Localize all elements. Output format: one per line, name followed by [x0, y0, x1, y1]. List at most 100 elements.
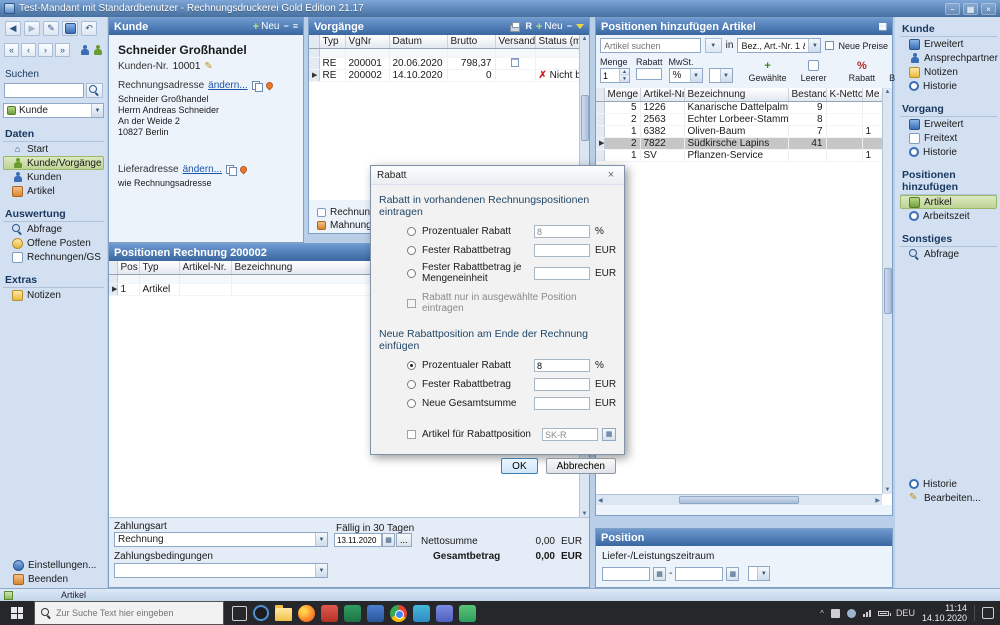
sidebar-item-abfrage[interactable]: Abfrage: [900, 247, 997, 261]
period-end-input[interactable]: [675, 567, 723, 581]
payment-method-select[interactable]: Rechnung ▼: [114, 532, 328, 547]
dialog-close-icon[interactable]: ×: [604, 169, 618, 181]
selected-position-only-checkbox[interactable]: [407, 299, 416, 308]
minimize-icon[interactable]: −: [945, 3, 960, 15]
taskbar-search-input[interactable]: [56, 608, 217, 618]
task-view-icon[interactable]: [232, 606, 247, 621]
sidebar-item-notizen[interactable]: Notizen: [3, 288, 104, 302]
column-header-status[interactable]: Status (man: [535, 35, 579, 48]
sidebar-item-artikel[interactable]: Artikel: [3, 184, 104, 198]
article-search-dropdown[interactable]: ▼: [705, 38, 722, 53]
calendar-icon[interactable]: ▦: [653, 567, 666, 581]
last-record-button[interactable]: »: [55, 43, 70, 57]
unit-select[interactable]: ▼: [709, 68, 733, 83]
scroll-thumb[interactable]: [581, 95, 589, 141]
cortana-icon[interactable]: [253, 605, 269, 621]
table-row-selected[interactable]: ▶ 2 7822 Südkirsche Lapins 41: [596, 137, 882, 149]
table-row[interactable]: RE 200001 20.06.2020 798,37: [309, 57, 579, 69]
sidebar-item-kunde-vorgaenge[interactable]: Kunde/Vorgänge: [3, 156, 104, 170]
sidebar-item-freitext[interactable]: Freitext: [900, 131, 997, 145]
new-process-button[interactable]: + Neu: [536, 21, 563, 33]
app-icon[interactable]: [459, 605, 476, 622]
quantity-stepper[interactable]: ▲▼: [600, 68, 630, 83]
sidebar-item-kunde-historie[interactable]: Historie: [900, 79, 997, 93]
battery-icon[interactable]: [878, 611, 889, 616]
article-picker-button[interactable]: ▦: [602, 428, 616, 441]
search-field-select[interactable]: Bez., Art.-Nr. 1 & 2 ▼: [737, 38, 821, 53]
sidebar-item-vorgang-historie[interactable]: Historie: [900, 145, 997, 159]
teams-icon[interactable]: [436, 605, 453, 622]
column-header-menge[interactable]: Menge: [604, 88, 640, 101]
period-preset-select[interactable]: ▼: [748, 566, 770, 581]
row-grip-header[interactable]: [596, 88, 604, 101]
column-header-bez[interactable]: Bezeichnung: [231, 261, 381, 274]
due-date-input[interactable]: [334, 533, 382, 547]
vertical-scrollbar[interactable]: ▲ ▼: [882, 88, 892, 494]
new-percent-radio[interactable]: [407, 361, 416, 370]
chrome-icon[interactable]: [390, 605, 407, 622]
calendar-icon[interactable]: ▦: [726, 567, 739, 581]
copy-address-icon[interactable]: [252, 81, 262, 91]
sidebar-item-kunde-erweitert[interactable]: Erweitert: [900, 37, 997, 51]
existing-percent-input[interactable]: [534, 225, 590, 238]
ok-button[interactable]: OK: [501, 458, 537, 474]
excel-icon[interactable]: [344, 605, 361, 622]
sidebar-item-offene-posten[interactable]: Offene Posten: [3, 236, 104, 250]
taskbar-search[interactable]: [34, 601, 224, 625]
calendar-icon[interactable]: ▦: [382, 533, 395, 547]
add-empty-button[interactable]: Leerer: [797, 57, 831, 85]
discount-button[interactable]: % Rabatt: [845, 57, 880, 85]
report-icon[interactable]: R: [525, 21, 532, 32]
word-icon[interactable]: [367, 605, 384, 622]
location-pin-icon[interactable]: [239, 165, 249, 175]
tray-expand-icon[interactable]: ^: [820, 609, 824, 618]
sidebar-item-arbeitszeit[interactable]: Arbeitszeit: [900, 209, 997, 223]
back-icon[interactable]: ◀: [5, 21, 21, 36]
discount-input[interactable]: [636, 68, 662, 80]
step-down-icon[interactable]: ▼: [620, 76, 629, 83]
row-grip-header[interactable]: [109, 261, 117, 274]
column-header-bestand[interactable]: Bestand: [788, 88, 826, 101]
sidebar-item-bearbeiten[interactable]: ✎Bearbeiten...: [900, 491, 997, 505]
horizontal-scrollbar[interactable]: ◀ ▶: [596, 494, 882, 505]
edit-customer-number-icon[interactable]: ✎: [204, 62, 212, 72]
article-search-input[interactable]: [600, 38, 701, 53]
copy-address-icon[interactable]: [226, 165, 236, 175]
table-row[interactable]: ▶ RE 200002 14.10.2020 0 ✗ Nicht be: [309, 69, 579, 81]
close-icon[interactable]: ×: [981, 3, 996, 15]
new-total-input[interactable]: [534, 397, 590, 410]
new-total-radio[interactable]: [407, 399, 416, 408]
filter-icon[interactable]: [576, 24, 584, 29]
add-customer-icon[interactable]: [79, 45, 90, 56]
scroll-down-icon[interactable]: ▼: [885, 487, 891, 493]
sidebar-item-kunden[interactable]: Kunden: [3, 170, 104, 184]
sidebar-item-start[interactable]: ⌂ Start: [3, 142, 104, 156]
taskbar-clock[interactable]: 11:14 14.10.2020: [922, 603, 967, 623]
new-fixed-input[interactable]: [534, 378, 590, 391]
sidebar-item-abfrage[interactable]: Abfrage: [3, 222, 104, 236]
existing-percent-radio[interactable]: [407, 227, 416, 236]
start-button[interactable]: [0, 601, 34, 625]
scroll-thumb[interactable]: [884, 268, 892, 314]
edit-icon[interactable]: ✎: [43, 21, 59, 36]
column-header-me[interactable]: Me: [862, 88, 882, 101]
next-record-button[interactable]: ›: [38, 43, 53, 57]
search-button[interactable]: [86, 83, 103, 98]
save-icon[interactable]: [62, 21, 78, 36]
add-selected-button[interactable]: + Gewählte: [745, 57, 791, 85]
cancel-button[interactable]: Abbrechen: [546, 458, 616, 474]
existing-per-unit-radio[interactable]: [407, 269, 416, 278]
scroll-up-icon[interactable]: ▲: [582, 36, 588, 42]
undo-icon[interactable]: ↶: [81, 21, 97, 36]
exit-button[interactable]: Beenden: [4, 572, 103, 586]
column-header-typ[interactable]: Typ: [319, 35, 345, 48]
sidebar-item-vorgang-erweitert[interactable]: Erweitert: [900, 117, 997, 131]
discount-article-checkbox[interactable]: [407, 430, 416, 439]
column-header-brutto[interactable]: Brutto: [447, 35, 495, 48]
panel-grid-icon[interactable]: ▦: [878, 21, 887, 32]
sidebar-item-ansprechpartner[interactable]: Ansprechpartner: [900, 51, 997, 65]
change-billing-address-link[interactable]: ändern...: [208, 80, 247, 91]
change-shipping-address-link[interactable]: ändern...: [183, 164, 222, 175]
previous-record-button[interactable]: ‹: [21, 43, 36, 57]
scroll-up-icon[interactable]: ▲: [885, 89, 891, 95]
